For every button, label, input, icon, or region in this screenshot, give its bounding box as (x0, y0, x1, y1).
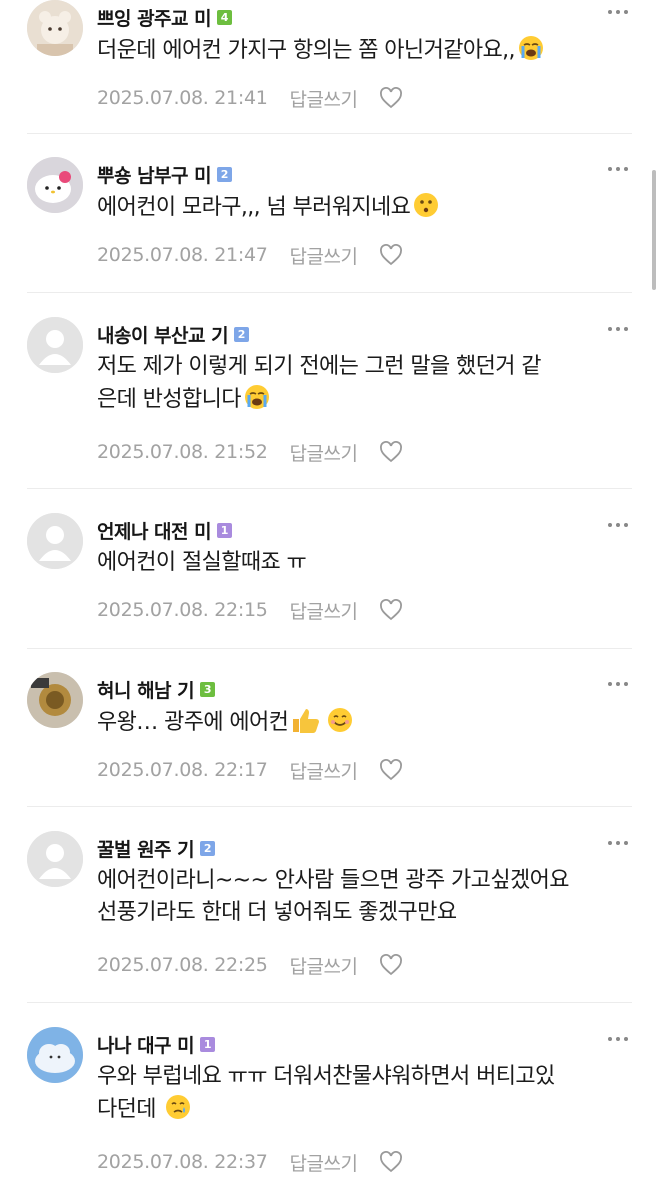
reply-button[interactable]: 답글쓰기 (290, 1149, 358, 1176)
comment-text: 우와 부럽네요 ㅠㅠ 더워서찬물샤워하면서 버티고있 다던데 (97, 1061, 629, 1131)
comment-header: 혀니 해남 기 3 (97, 674, 216, 704)
more-options-icon[interactable] (608, 10, 628, 14)
level-badge: 2 (234, 326, 250, 342)
level-badge: 3 (200, 681, 216, 697)
heart-icon[interactable] (379, 87, 403, 109)
nickname[interactable]: 꿀벌 원주 기 (97, 835, 195, 862)
reply-button[interactable]: 답글쓰기 (290, 952, 358, 979)
more-options-icon[interactable] (608, 167, 628, 171)
comment-date: 2025.07.08. 22:25 (97, 954, 268, 976)
divider (27, 1002, 632, 1003)
avatar[interactable] (27, 0, 83, 56)
more-options-icon[interactable] (608, 327, 628, 331)
comment-meta: 2025.07.08. 21:47 답글쓰기 (97, 241, 403, 269)
divider (27, 133, 632, 134)
nickname[interactable]: 내송이 부산교 기 (97, 321, 229, 348)
level-badge: 2 (200, 840, 216, 856)
avatar[interactable] (27, 831, 83, 887)
tear-smile-icon (164, 1093, 192, 1131)
comment-header: 꿀벌 원주 기 2 (97, 833, 216, 863)
more-options-icon[interactable] (608, 1037, 628, 1041)
reply-button[interactable]: 답글쓰기 (290, 597, 358, 624)
reply-button[interactable]: 답글쓰기 (290, 439, 358, 466)
comment-header: 나나 대구 미 1 (97, 1029, 216, 1059)
comment-date: 2025.07.08. 22:37 (97, 1151, 268, 1173)
heart-icon[interactable] (379, 1151, 403, 1173)
level-badge: 1 (217, 522, 233, 538)
kissing-face-icon (412, 191, 440, 229)
comment-header: 내송이 부산교 기 2 (97, 319, 250, 349)
reply-button[interactable]: 답글쓰기 (290, 242, 358, 269)
avatar[interactable] (27, 1027, 83, 1083)
comment-date: 2025.07.08. 22:17 (97, 759, 268, 781)
comment-meta: 2025.07.08. 22:15 답글쓰기 (97, 596, 403, 624)
comment-text: 더운데 에어컨 가지구 항의는 쫌 아닌거같아요,, (97, 34, 629, 72)
comment-header: 언제나 대전 미 1 (97, 515, 233, 545)
nickname[interactable]: 언제나 대전 미 (97, 517, 212, 544)
heart-icon[interactable] (379, 759, 403, 781)
level-badge: 1 (200, 1036, 216, 1052)
comment-text: 우왕… 광주에 에어컨 (97, 706, 629, 744)
nickname[interactable]: 나나 대구 미 (97, 1031, 195, 1058)
nickname[interactable]: 혀니 해남 기 (97, 676, 195, 703)
thumbs-up-icon (290, 706, 324, 744)
avatar[interactable] (27, 157, 83, 213)
nickname[interactable]: 쁘잉 광주교 미 (97, 4, 212, 31)
divider (27, 292, 632, 293)
comment-meta: 2025.07.08. 21:41 답글쓰기 (97, 84, 403, 112)
comment-date: 2025.07.08. 21:47 (97, 244, 268, 266)
crying-face-icon (243, 383, 271, 421)
crying-face-icon (517, 34, 545, 72)
heart-icon[interactable] (379, 441, 403, 463)
level-badge: 2 (217, 166, 233, 182)
divider (27, 648, 632, 649)
comment-text: 에어컨이 모라구,,, 넘 부러워지네요 (97, 191, 629, 229)
comment-meta: 2025.07.08. 22:37 답글쓰기 (97, 1148, 403, 1176)
nickname[interactable]: 뿌숑 남부구 미 (97, 161, 212, 188)
reply-button[interactable]: 답글쓰기 (290, 85, 358, 112)
smiling-face-icon (326, 706, 354, 744)
comment-date: 2025.07.08. 21:52 (97, 441, 268, 463)
divider (27, 488, 632, 489)
more-options-icon[interactable] (608, 841, 628, 845)
comment-header: 쁘잉 광주교 미 4 (97, 2, 233, 32)
comment-text: 에어컨이 절실할때죠 ㅠ (97, 550, 307, 575)
comment-text: 에어컨이라니~~~ 안사람 들으면 광주 가고싶겠어요 선풍기라도 한대 더 넣… (97, 868, 569, 925)
divider (27, 806, 632, 807)
comment-header: 뿌숑 남부구 미 2 (97, 159, 233, 189)
more-options-icon[interactable] (608, 682, 628, 686)
heart-icon[interactable] (379, 244, 403, 266)
comment-meta: 2025.07.08. 22:17 답글쓰기 (97, 756, 403, 784)
comment-date: 2025.07.08. 21:41 (97, 87, 268, 109)
avatar[interactable] (27, 513, 83, 569)
avatar[interactable] (27, 672, 83, 728)
level-badge: 4 (217, 9, 233, 25)
avatar[interactable] (27, 317, 83, 373)
comment-meta: 2025.07.08. 21:52 답글쓰기 (97, 438, 403, 466)
heart-icon[interactable] (379, 599, 403, 621)
comment-text: 저도 제가 이렇게 되기 전에는 그런 말을 했던거 같 은데 반성합니다 (97, 351, 629, 421)
heart-icon[interactable] (379, 954, 403, 976)
more-options-icon[interactable] (608, 523, 628, 527)
comment-meta: 2025.07.08. 22:25 답글쓰기 (97, 951, 403, 979)
comment-date: 2025.07.08. 22:15 (97, 599, 268, 621)
reply-button[interactable]: 답글쓰기 (290, 757, 358, 784)
scrollbar[interactable] (652, 170, 656, 290)
